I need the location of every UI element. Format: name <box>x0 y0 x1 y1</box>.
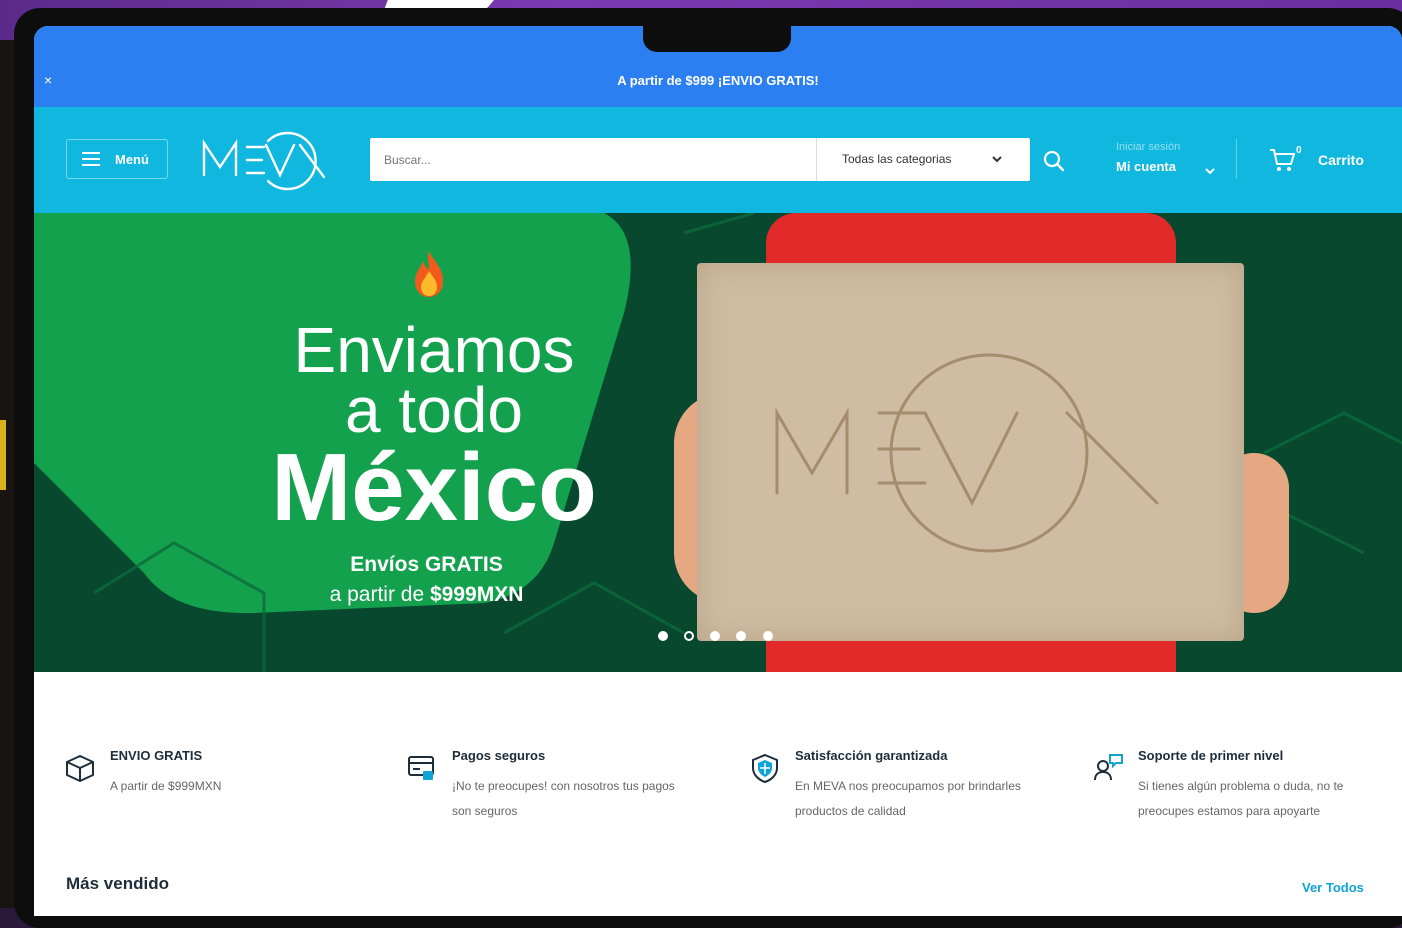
menu-label: Menú <box>115 152 149 167</box>
account-label[interactable]: Mi cuenta <box>1116 159 1180 174</box>
feature-desc: En MEVA nos preocupamos por brindarles p… <box>795 779 1021 818</box>
account-menu[interactable]: Iniciar sesión Mi cuenta <box>1116 141 1215 175</box>
carousel-dot[interactable] <box>658 631 668 641</box>
carousel-dot[interactable] <box>763 631 773 641</box>
feature-desc: A partir de $999MXN <box>110 779 222 793</box>
search-bar: Todas las categorias <box>370 138 1030 181</box>
search-divider <box>816 138 817 181</box>
feature-title: Soporte de primer nivel <box>1138 748 1284 763</box>
feature-desc: ¡No te preocupes! con nosotros tus pagos… <box>452 779 675 818</box>
payment-icon <box>408 756 434 780</box>
cart-icon[interactable] <box>1268 147 1296 173</box>
search-input[interactable] <box>370 138 816 181</box>
section-title: Más vendido <box>66 874 169 893</box>
hero-carousel[interactable]: Enviamos a todo México Envíos GRATIS a p… <box>34 213 1402 672</box>
hero-title-line3: México <box>271 434 597 541</box>
feature-title: ENVIO GRATIS <box>110 748 203 763</box>
support-icon <box>1094 754 1123 781</box>
menu-button[interactable]: Menú <box>66 139 168 179</box>
carousel-dot-active[interactable] <box>684 631 694 641</box>
shield-icon <box>752 753 778 784</box>
view-all-link[interactable]: Ver Todos <box>1302 880 1364 895</box>
hero-subtitle-prefix: a partir de <box>329 583 430 606</box>
browser-screen: × A partir de $999 ¡ENVIO GRATIS! Menú T… <box>34 26 1402 916</box>
feature-title: Pagos seguros <box>452 748 546 763</box>
meva-logo[interactable] <box>200 125 330 197</box>
fire-icon <box>415 251 443 297</box>
hero-subtitle: Envíos GRATIS <box>350 553 503 576</box>
search-icon[interactable] <box>1042 149 1066 173</box>
box-icon <box>66 755 94 782</box>
site-header: Menú Todas las categorias Iniciar sesi <box>34 107 1402 213</box>
hero-subtitle-amount: $999MXN <box>430 583 524 606</box>
hero-subtitle-price: a partir de $999MXN <box>34 583 819 607</box>
carousel-dot[interactable] <box>736 631 746 641</box>
features-section: ENVIO GRATIS A partir de $999MXN Pagos s… <box>34 672 1402 916</box>
cart-count-badge: 0 <box>1296 145 1302 156</box>
carousel-dot[interactable] <box>710 631 720 641</box>
hamburger-icon <box>82 152 100 170</box>
camera-notch <box>643 22 791 52</box>
chevron-down-icon[interactable] <box>990 152 1004 166</box>
feature-desc: Si tienes algún problema o duda, no te p… <box>1138 779 1344 818</box>
login-link[interactable]: Iniciar sesión <box>1116 141 1180 153</box>
header-divider <box>1236 139 1237 179</box>
decor-stripe <box>0 420 6 490</box>
cart-link[interactable]: Carrito <box>1318 152 1364 168</box>
category-select[interactable]: Todas las categorias <box>842 152 951 166</box>
feature-title: Satisfacción garantizada <box>795 748 948 763</box>
announcement-text: A partir de $999 ¡ENVIO GRATIS! <box>617 73 819 88</box>
chevron-down-icon[interactable] <box>1204 165 1216 177</box>
